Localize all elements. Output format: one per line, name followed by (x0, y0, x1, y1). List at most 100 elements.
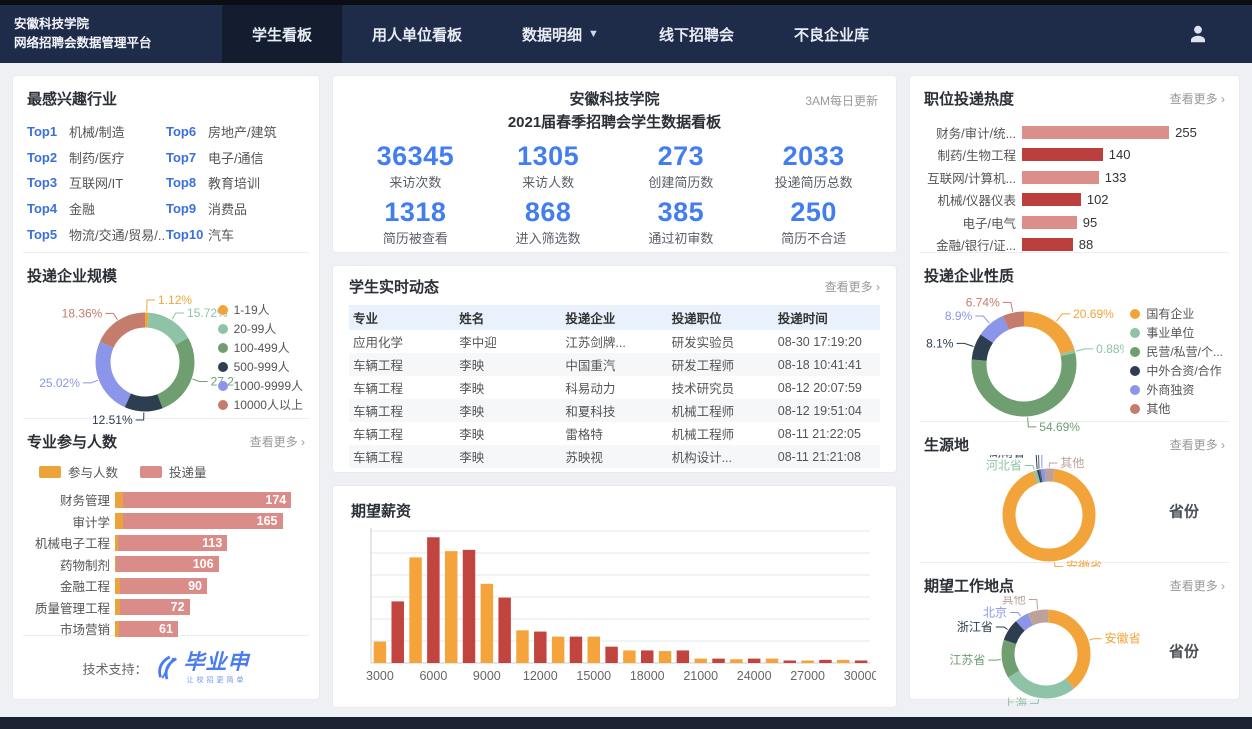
category-label: 制药/生物工程 (924, 145, 1022, 164)
major-participation-title: 专业参与人数 (27, 431, 117, 452)
stat-item: 2033投递简历总数 (747, 141, 880, 191)
legend-item-1000-9999人[interactable]: 1000-9999人 (218, 376, 303, 395)
category-label: 审计学 (27, 512, 115, 531)
tab-student-board[interactable]: 学生看板 (222, 5, 342, 63)
salary-bar (623, 650, 635, 663)
legend-item-国有企业[interactable]: 国有企业 (1130, 304, 1223, 323)
rank-label: Top6 (166, 124, 208, 139)
rank-label: Top10 (166, 227, 208, 242)
legend-item-民营/私营/个...[interactable]: 民营/私营/个... (1130, 342, 1223, 361)
table-cell: 08-12 20:07:59 (774, 376, 880, 399)
student-origin-unit-label: 省份 (1169, 501, 1199, 522)
stat-value: 385 (615, 197, 748, 228)
expected-salary-card: 期望薪资 30006000900012000150001800021000240… (332, 485, 897, 708)
tab-data-detail[interactable]: 数据明细 ▼ (492, 5, 629, 63)
slice-label: 上海 (1003, 695, 1027, 706)
tab-employer-board[interactable]: 用人单位看板 (342, 5, 492, 63)
table-cell: 机械工程师 (668, 399, 774, 422)
salary-bar (855, 660, 867, 663)
position-heat-view-more-link[interactable]: 查看更多 › (1170, 90, 1225, 107)
stat-label: 创建简历数 (615, 172, 748, 191)
salary-bar (516, 630, 528, 663)
dashboard-content: 最感兴趣行业 Top1机械/制造Top2制药/医疗Top3互联网/ITTop4金… (0, 63, 1252, 708)
industry-label: 金融 (69, 199, 95, 218)
brand-logo[interactable]: 毕业申 让校招更简单 (154, 652, 250, 685)
dashboard-title: 安徽科技学院 2021届春季招聘会学生数据看板 (349, 88, 880, 135)
stat-label: 投递简历总数 (747, 172, 880, 191)
chevron-down-icon: ▼ (588, 28, 599, 40)
tab-bad-company-library[interactable]: 不良企业库 (764, 5, 899, 63)
legend-item-500-999人[interactable]: 500-999人 (218, 357, 303, 376)
industry-label: 汽车 (208, 225, 234, 244)
legend-item-外商独资[interactable]: 外商独资 (1130, 380, 1223, 399)
student-activity-view-more-link[interactable]: 查看更多 › (825, 278, 880, 295)
bar-value-label: 90 (188, 579, 202, 593)
major-participation-bar-chart[interactable]: 财务管理174审计学165机械电子工程113药物制剂106金融工程90质量管理工… (27, 489, 305, 640)
position-heat-bar-chart[interactable]: 财务/审计/统...255制药/生物工程140互联网/计算机...133机械/仪… (924, 121, 1225, 256)
salary-bar (677, 650, 689, 663)
expected-location-donut-chart[interactable]: 其他安徽省上海江苏省浙江省北京 省份 (924, 596, 1225, 706)
major-bar-row: 质量管理工程72 (27, 597, 305, 619)
legend-item-10000人以上[interactable]: 10000人以上 (218, 395, 303, 414)
slice-label: 其他 (1060, 456, 1084, 470)
company_nature-legend: 国有企业事业单位民营/私营/个...中外合资/合作外商独资其他 (1130, 304, 1223, 418)
major-participation-view-more-link[interactable]: 查看更多 › (250, 433, 305, 450)
legend-item-1-19人[interactable]: 1-19人 (218, 300, 303, 319)
student-origin-view-more-link[interactable]: 查看更多 › (1170, 436, 1225, 453)
slice-label: 湖南省 (989, 455, 1025, 460)
delivery-bar-segment: 90 (120, 578, 207, 594)
stat-value: 868 (482, 197, 615, 228)
x-tick-label: 12000 (523, 669, 558, 683)
salary-bar (427, 537, 439, 663)
table-cell: 李映 (455, 376, 561, 399)
section-company-nature: 投递企业性质 20.69%0.88%54.69%8.1%8.9%6.74%国有企… (910, 253, 1239, 421)
table-row: 应用化学李中迎江苏剑牌...研发实验员08-30 17:19:20 (349, 330, 880, 353)
tab-offline-job-fair[interactable]: 线下招聘会 (629, 5, 764, 63)
heat-bar (1022, 216, 1077, 229)
salary-bar (552, 637, 564, 663)
table-cell: 技术研究员 (668, 376, 774, 399)
major-bar-row: 市场营销61 (27, 618, 305, 640)
legend-item-20-99人[interactable]: 20-99人 (218, 319, 303, 338)
legend-item-100-499人[interactable]: 100-499人 (218, 338, 303, 357)
tab-label: 用人单位看板 (372, 24, 462, 45)
legend-item-投递量[interactable]: 投递量 (140, 462, 207, 481)
student-origin-donut-chart[interactable]: 其他安徽省河北省湖南省江西省江苏省 省份 (924, 455, 1225, 567)
table-cell: 车辆工程 (349, 399, 455, 422)
legend-dot (1130, 385, 1140, 395)
salary-bar (712, 659, 724, 663)
company_nature-donut-svg: 20.69%0.88%54.69%8.1%8.9%6.74% (924, 286, 1124, 436)
table-cell: 苏映视 (561, 445, 667, 468)
column-header: 专业 (349, 305, 455, 330)
stat-item: 250简历不合适 (747, 197, 880, 247)
expected-location-view-more-link[interactable]: 查看更多 › (1170, 577, 1225, 594)
interest-industries-list: Top1机械/制造Top2制药/医疗Top3互联网/ITTop4金融Top5物流… (27, 119, 305, 247)
delivery-bar-segment: 165 (123, 513, 283, 529)
major-bar-row: 财务管理174 (27, 489, 305, 511)
expected-salary-histogram[interactable]: 3000600090001200015000180002100024000270… (351, 525, 878, 700)
app-logo: 安徽科技学院 网络招聘会数据管理平台 (0, 5, 222, 63)
legend-label: 1000-9999人 (234, 377, 303, 394)
student-activity-title: 学生实时动态 (349, 276, 439, 297)
tab-label: 数据明细 (522, 24, 582, 45)
table-row: 车辆工程李映科易动力技术研究员08-12 20:07:59 (349, 376, 880, 399)
table-cell: 李中迎 (455, 330, 561, 353)
legend-item-其他[interactable]: 其他 (1130, 399, 1223, 418)
category-label: 财务管理 (27, 490, 115, 509)
section-tech-support: 技术支持： 毕业申 让校招更简单 (13, 636, 319, 700)
legend-label: 投递量 (169, 462, 207, 481)
salary-bar (570, 637, 582, 663)
legend-dot (1130, 328, 1140, 338)
legend-item-事业单位[interactable]: 事业单位 (1130, 323, 1223, 342)
column-header: 投递时间 (774, 305, 880, 330)
legend-item-中外合资/合作[interactable]: 中外合资/合作 (1130, 361, 1223, 380)
user-icon[interactable] (1186, 22, 1210, 46)
company-nature-donut-chart[interactable]: 20.69%0.88%54.69%8.1%8.9%6.74%国有企业事业单位民营… (924, 286, 1225, 436)
company-size-donut-chart[interactable]: 1.12%15.72%27.27%12.51%25.02%18.36%1-19人… (27, 286, 305, 432)
legend-label: 国有企业 (1146, 305, 1194, 322)
legend-dot (218, 400, 228, 410)
legend-item-参与人数[interactable]: 参与人数 (39, 462, 118, 481)
company_size-legend: 1-19人20-99人100-499人500-999人1000-9999人100… (218, 300, 303, 414)
heat-bar-row: 财务/审计/统...255 (924, 121, 1225, 144)
x-tick-label: 24000 (737, 669, 772, 683)
